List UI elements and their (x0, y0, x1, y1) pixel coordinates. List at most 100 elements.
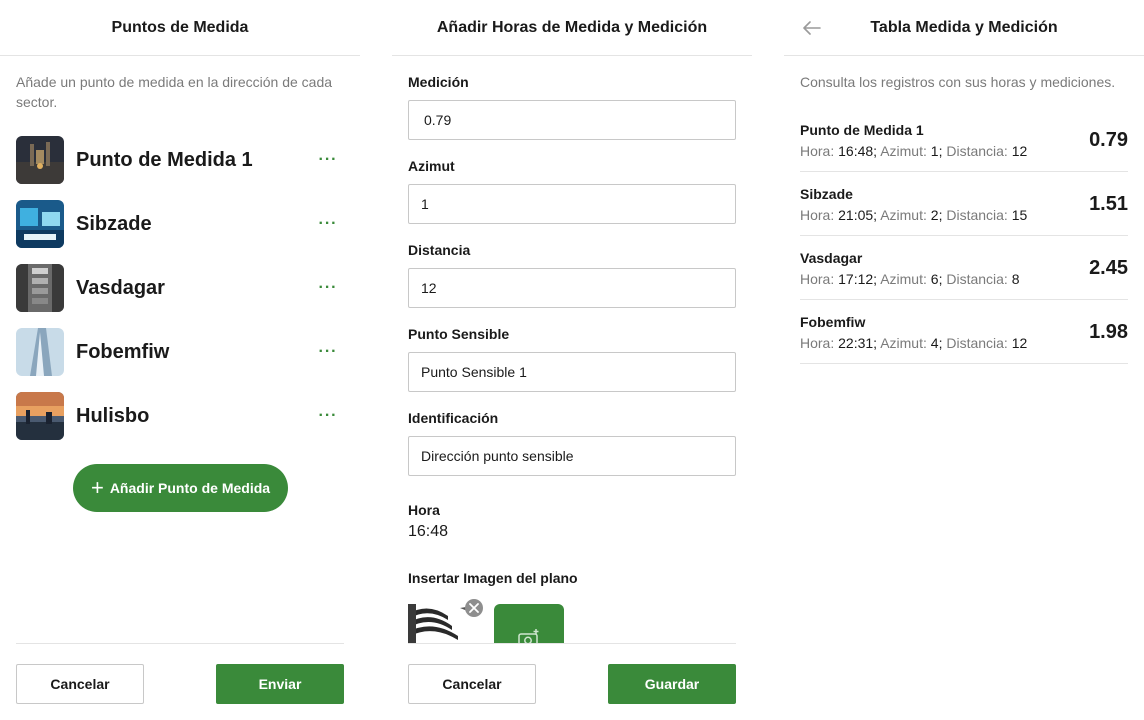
more-icon[interactable]: ··· (316, 150, 340, 170)
page-title: Añadir Horas de Medida y Medición (436, 18, 708, 36)
plan-image[interactable] (408, 604, 474, 643)
add-photo-button[interactable] (494, 604, 564, 643)
azimut-key: Azimut: (880, 271, 927, 287)
page-title: Puntos de Medida (111, 18, 249, 36)
thumbnail-image (16, 200, 64, 248)
record-value: 1.51 (1089, 193, 1128, 215)
divider (408, 643, 736, 644)
list-item[interactable]: Fobemfiw ··· (16, 328, 344, 392)
header: Añadir Horas de Medida y Medición (392, 0, 752, 56)
plus-icon: + (90, 475, 104, 500)
table-row[interactable]: Vasdagar Hora: 17:12; Azimut: 6; Distanc… (800, 236, 1128, 300)
medicion-field[interactable] (408, 100, 736, 140)
record-name: Sibzade (800, 186, 853, 202)
record-name: Fobemfiw (800, 314, 866, 330)
record-details: Hora: 16:48; Azimut: 1; Distancia: 12 (800, 143, 1028, 159)
remove-icon[interactable] (465, 599, 483, 617)
record-hora: 16:48 (838, 143, 874, 159)
record-details: Hora: 22:31; Azimut: 4; Distancia: 12 (800, 335, 1028, 351)
thumbnail-image (16, 392, 64, 440)
punto-sensible-field[interactable] (408, 352, 736, 392)
add-photo-icon (517, 628, 541, 643)
record-details: Hora: 17:12; Azimut: 6; Distancia: 8 (800, 271, 1020, 287)
distancia-field[interactable] (408, 268, 736, 308)
record-azimut: 4 (930, 335, 939, 351)
more-icon[interactable]: ··· (316, 278, 340, 298)
azimut-key: Azimut: (880, 335, 927, 351)
list-item-label: Punto de Medida 1 (76, 149, 253, 171)
puntos-de-medida-screen: Puntos de Medida Añade un punto de medid… (0, 0, 360, 720)
more-icon[interactable]: ··· (316, 342, 340, 362)
insert-plan-image-label: Insertar Imagen del plano (408, 570, 578, 586)
page-description: Añade un punto de medida en la dirección… (16, 74, 333, 110)
azimut-label: Azimut (408, 158, 455, 174)
record-value: 2.45 (1089, 257, 1128, 279)
save-button[interactable]: Guardar (608, 664, 736, 704)
list-item[interactable]: Hulisbo ··· (16, 392, 344, 456)
list-item-label: Hulisbo (76, 405, 150, 427)
record-hora: 21:05 (838, 207, 874, 223)
record-value: 1.98 (1089, 321, 1128, 343)
more-icon[interactable]: ··· (316, 214, 340, 234)
distancia-key: Distancia: (946, 207, 1008, 223)
back-arrow-icon[interactable] (800, 16, 824, 40)
submit-button[interactable]: Enviar (216, 664, 344, 704)
list-item-label: Vasdagar (76, 277, 165, 299)
measurement-table-screen: Tabla Medida y Medición Consulta los reg… (784, 0, 1144, 720)
distancia-key: Distancia: (946, 271, 1008, 287)
list-item-label: Sibzade (76, 213, 152, 235)
record-value: 0.79 (1089, 129, 1128, 151)
record-azimut: 6 (930, 271, 939, 287)
thumbnail-image (16, 328, 64, 376)
thumbnail-image (16, 264, 64, 312)
record-details: Hora: 21:05; Azimut: 2; Distancia: 15 (800, 207, 1028, 223)
hora-key: Hora: (800, 207, 835, 223)
list-item-label: Fobemfiw (76, 341, 170, 363)
header: Puntos de Medida (0, 0, 360, 56)
list-item[interactable]: Punto de Medida 1 ··· (16, 136, 344, 200)
table-row[interactable]: Punto de Medida 1 Hora: 16:48; Azimut: 1… (800, 108, 1128, 172)
add-measure-point-button[interactable]: + Añadir Punto de Medida (73, 464, 288, 512)
hora-key: Hora: (800, 335, 835, 351)
record-azimut: 1 (930, 143, 939, 159)
thumbnail-image (16, 136, 64, 184)
identificacion-field[interactable] (408, 436, 736, 476)
record-azimut: 2 (930, 207, 939, 223)
table-row[interactable]: Sibzade Hora: 21:05; Azimut: 2; Distanci… (800, 172, 1128, 236)
hora-label: Hora (408, 502, 440, 518)
hora-key: Hora: (800, 143, 835, 159)
more-icon[interactable]: ··· (316, 406, 340, 426)
header: Tabla Medida y Medición (784, 0, 1144, 56)
azimut-key: Azimut: (880, 207, 927, 223)
azimut-field[interactable] (408, 184, 736, 224)
identificacion-label: Identificación (408, 410, 499, 426)
page-description: Consulta los registros con sus horas y m… (800, 74, 1116, 90)
list-item[interactable]: Sibzade ··· (16, 200, 344, 264)
hora-value[interactable]: 16:48 (408, 523, 448, 541)
record-name: Punto de Medida 1 (800, 122, 924, 138)
azimut-key: Azimut: (880, 143, 927, 159)
record-distancia: 12 (1011, 335, 1028, 351)
list-item[interactable]: Vasdagar ··· (16, 264, 344, 328)
medicion-label: Medición (408, 74, 469, 90)
divider (16, 643, 344, 644)
records-table: Punto de Medida 1 Hora: 16:48; Azimut: 1… (800, 108, 1128, 364)
punto-sensible-label: Punto Sensible (408, 326, 510, 342)
distancia-key: Distancia: (946, 335, 1008, 351)
record-hora: 22:31 (838, 335, 874, 351)
distancia-label: Distancia (408, 242, 471, 258)
record-distancia: 15 (1011, 207, 1028, 223)
add-measure-point-label: Añadir Punto de Medida (109, 480, 271, 496)
record-distancia: 12 (1011, 143, 1028, 159)
cancel-button[interactable]: Cancelar (16, 664, 144, 704)
measure-point-list: Punto de Medida 1 ··· Sibzade ··· Vasdag… (16, 136, 344, 456)
hora-key: Hora: (800, 271, 835, 287)
distancia-key: Distancia: (946, 143, 1008, 159)
record-name: Vasdagar (800, 250, 863, 266)
cancel-button[interactable]: Cancelar (408, 664, 536, 704)
add-measurement-screen: Añadir Horas de Medida y Medición Medici… (392, 0, 752, 720)
table-row[interactable]: Fobemfiw Hora: 22:31; Azimut: 4; Distanc… (800, 300, 1128, 364)
page-title: Tabla Medida y Medición (870, 18, 1058, 36)
record-hora: 17:12 (838, 271, 874, 287)
record-distancia: 8 (1011, 271, 1020, 287)
